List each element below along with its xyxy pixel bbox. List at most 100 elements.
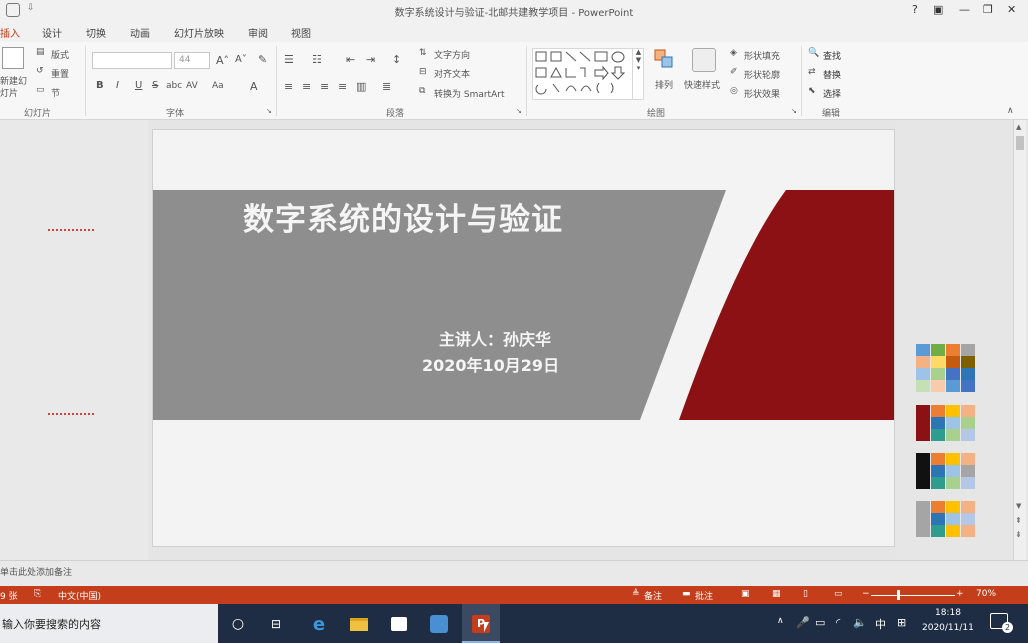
- color-swatch[interactable]: [931, 405, 945, 417]
- text-direction-icon[interactable]: ⇅: [419, 48, 427, 58]
- color-swatch[interactable]: [961, 477, 975, 489]
- clock-time[interactable]: 18:18: [935, 608, 961, 618]
- find-button[interactable]: 查找: [823, 49, 841, 62]
- color-swatch[interactable]: [931, 477, 945, 489]
- color-swatch[interactable]: [946, 380, 960, 392]
- color-swatch[interactable]: [931, 429, 945, 441]
- decrease-indent-icon[interactable]: ⇤: [346, 53, 355, 66]
- reset-button[interactable]: 重置: [51, 67, 69, 80]
- color-swatch[interactable]: [946, 525, 960, 537]
- scroll-up-icon[interactable]: ▲: [1016, 123, 1021, 131]
- slide-date[interactable]: 2020年10月29日: [422, 352, 559, 376]
- color-swatch[interactable]: [916, 465, 930, 477]
- slide-canvas[interactable]: 数字系统的设计与验证 主讲人：孙庆华 2020年10月29日: [152, 129, 895, 547]
- color-swatch[interactable]: [961, 405, 975, 417]
- color-swatch[interactable]: [931, 465, 945, 477]
- shape-fill-button[interactable]: 形状填充: [744, 49, 780, 62]
- tab-slideshow[interactable]: 幻灯片放映: [174, 25, 224, 40]
- strikethrough-button[interactable]: S: [152, 80, 158, 91]
- zoom-out-button[interactable]: −: [862, 589, 870, 599]
- reset-icon[interactable]: ↺: [36, 66, 44, 76]
- align-center-icon[interactable]: ≡: [302, 80, 311, 93]
- edge-icon[interactable]: e: [307, 612, 331, 636]
- clock-date[interactable]: 2020/11/11: [922, 623, 974, 633]
- cortana-icon[interactable]: ○: [226, 612, 250, 636]
- color-swatch[interactable]: [946, 501, 960, 513]
- close-button[interactable]: ✕: [1007, 3, 1016, 16]
- color-swatch[interactable]: [916, 417, 930, 429]
- battery-icon[interactable]: ▭: [815, 616, 825, 629]
- new-slide-button[interactable]: 新建幻灯片: [0, 76, 28, 100]
- notes-toggle-button[interactable]: 备注: [644, 589, 662, 602]
- next-slide-icon[interactable]: ⇟: [1015, 530, 1022, 539]
- color-swatch[interactable]: [946, 477, 960, 489]
- shape-fill-icon[interactable]: ◈: [730, 48, 737, 58]
- slide-sorter-icon[interactable]: ▦: [772, 589, 781, 599]
- color-swatch[interactable]: [931, 501, 945, 513]
- font-name-combo[interactable]: [92, 52, 172, 69]
- color-swatch[interactable]: [931, 380, 945, 392]
- smartart-icon[interactable]: ⧉: [419, 86, 425, 96]
- color-swatch[interactable]: [916, 356, 930, 368]
- notes-placeholder[interactable]: 单击此处添加备注: [0, 565, 72, 578]
- find-icon[interactable]: 🔍: [808, 48, 819, 58]
- color-swatch[interactable]: [961, 501, 975, 513]
- shapes-scroll-icon[interactable]: ▲ ▼ ▾: [632, 48, 644, 100]
- slide-title[interactable]: 数字系统的设计与验证: [243, 194, 563, 239]
- layout-icon[interactable]: ▤: [36, 47, 45, 57]
- tab-view[interactable]: 视图: [291, 25, 311, 40]
- tab-transitions[interactable]: 切换: [86, 25, 106, 40]
- arrange-button[interactable]: 排列: [655, 78, 673, 91]
- color-swatch[interactable]: [931, 417, 945, 429]
- color-swatch[interactable]: [961, 368, 975, 380]
- slide-thumbnails-pane[interactable]: [0, 120, 148, 560]
- color-swatch[interactable]: [916, 368, 930, 380]
- layout-button[interactable]: 版式: [51, 48, 69, 61]
- color-swatch[interactable]: [916, 429, 930, 441]
- font-color-button[interactable]: A: [250, 80, 258, 93]
- bold-button[interactable]: B: [96, 80, 104, 91]
- shapes-gallery[interactable]: [532, 48, 644, 100]
- zoom-slider[interactable]: [871, 595, 955, 596]
- color-swatch[interactable]: [916, 501, 930, 513]
- language-indicator[interactable]: 中文(中国): [58, 589, 101, 602]
- color-swatch[interactable]: [946, 417, 960, 429]
- color-swatch[interactable]: [916, 513, 930, 525]
- grow-font-icon[interactable]: A˄: [216, 54, 229, 67]
- slideshow-view-icon[interactable]: ▭: [834, 589, 843, 599]
- quick-styles-icon[interactable]: [692, 48, 716, 72]
- collapse-ribbon-icon[interactable]: ∧: [1007, 106, 1014, 116]
- notes-pane[interactable]: 单击此处添加备注: [0, 560, 1028, 586]
- color-swatch[interactable]: [916, 344, 930, 356]
- tab-design[interactable]: 设计: [42, 25, 62, 40]
- align-right-icon[interactable]: ≡: [320, 80, 329, 93]
- color-swatch[interactable]: [946, 356, 960, 368]
- ime-mode-icon[interactable]: ⊞: [897, 616, 906, 629]
- file-explorer-icon[interactable]: [347, 612, 371, 636]
- color-swatch[interactable]: [931, 368, 945, 380]
- change-case-button[interactable]: Aa: [212, 81, 224, 91]
- comments-button[interactable]: 批注: [695, 589, 713, 602]
- font-dialog-launcher-icon[interactable]: ↘: [266, 107, 272, 115]
- comments-icon[interactable]: ▬: [682, 589, 691, 599]
- minimize-button[interactable]: —: [959, 3, 970, 16]
- scroll-thumb[interactable]: [1016, 136, 1024, 150]
- network-icon[interactable]: ◜: [836, 616, 840, 629]
- paragraph-dialog-launcher-icon[interactable]: ↘: [516, 107, 522, 115]
- spellcheck-icon[interactable]: ⎘: [34, 589, 41, 599]
- color-swatch[interactable]: [946, 453, 960, 465]
- color-swatch[interactable]: [931, 356, 945, 368]
- color-swatch[interactable]: [931, 513, 945, 525]
- color-swatch[interactable]: [961, 417, 975, 429]
- convert-smartart-button[interactable]: 转换为 SmartArt: [434, 87, 504, 100]
- color-swatch[interactable]: [946, 368, 960, 380]
- color-swatch[interactable]: [916, 477, 930, 489]
- select-icon[interactable]: ⬉: [808, 86, 816, 96]
- color-swatch[interactable]: [961, 513, 975, 525]
- arrange-icon[interactable]: [653, 48, 675, 70]
- zoom-slider-thumb[interactable]: [897, 590, 900, 600]
- columns-icon[interactable]: ▥: [356, 80, 366, 93]
- color-swatch[interactable]: [961, 344, 975, 356]
- distributed-icon[interactable]: ≣: [382, 80, 391, 93]
- store-icon[interactable]: [387, 612, 411, 636]
